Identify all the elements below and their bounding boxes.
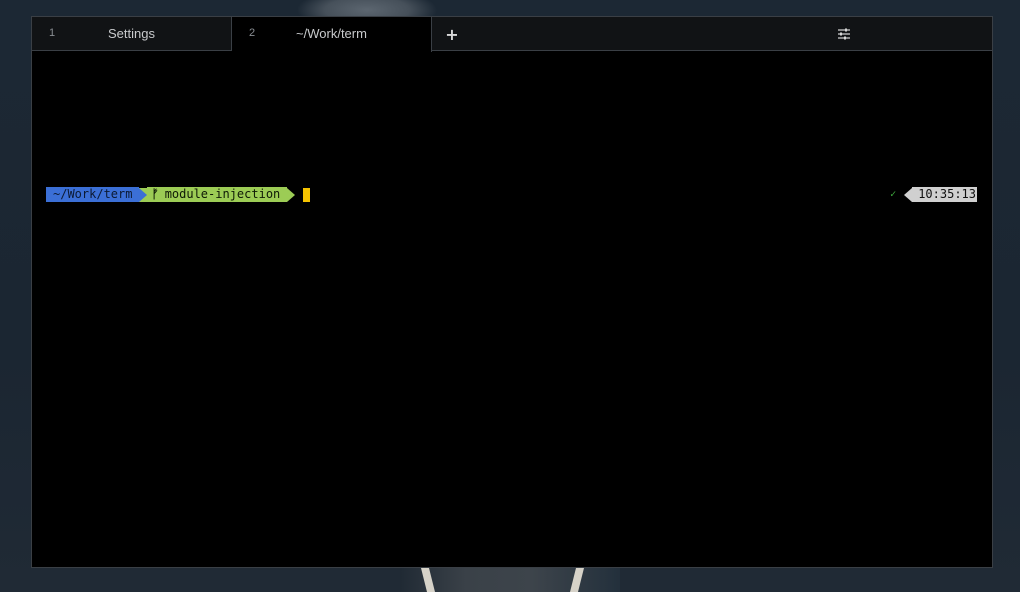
prompt-time: 10:35:13 [912,187,977,202]
shell-prompt: ~/Work/term ᚠ module-injection [46,187,311,202]
tab-title: Settings [108,26,155,41]
plus-icon: + [445,24,459,44]
prompt-branch: module-injection [164,187,281,201]
prompt-separator [904,187,913,202]
settings-button[interactable] [832,25,856,43]
prompt-separator [139,187,148,202]
tab-work-term[interactable]: 2 ~/Work/term [232,17,432,52]
terminal-cursor [303,187,311,202]
tab-title: ~/Work/term [296,26,367,41]
right-prompt: ✓ 10:35:13 [890,187,977,202]
tab-settings[interactable]: 1 Settings [32,17,232,51]
sliders-icon [838,28,850,40]
tab-bar: 1 Settings 2 ~/Work/term + [32,17,992,52]
git-branch-icon: ᚠ [151,187,159,201]
terminal-area[interactable]: ~/Work/term ᚠ module-injection ✓ 10:35:13 [32,52,992,567]
prompt-directory: ~/Work/term [46,187,140,202]
prompt-git-segment: ᚠ module-injection [147,187,288,202]
terminal-window: 1 Settings 2 ~/Work/term + ~/Work/term ᚠ… [31,16,993,568]
prompt-separator [287,187,296,202]
new-tab-button[interactable]: + [432,17,472,51]
check-icon: ✓ [890,189,897,200]
